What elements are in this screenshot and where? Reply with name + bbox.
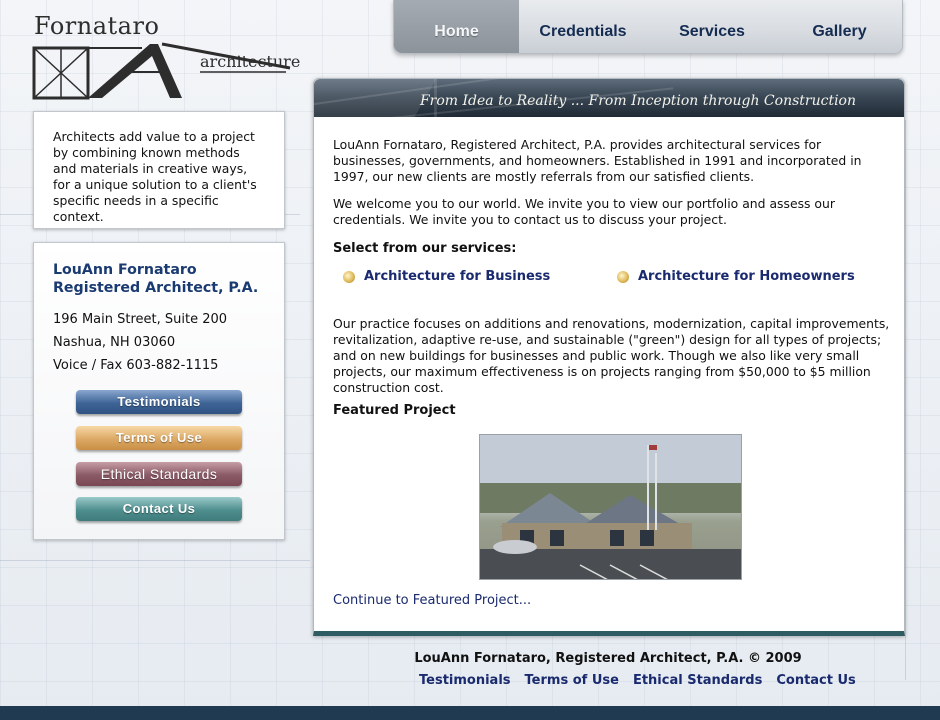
logo-mark-icon xyxy=(32,42,291,100)
service-link-homeowners[interactable]: Architecture for Homeowners xyxy=(617,269,855,284)
firm-name-line2: Registered Architect, P.A. xyxy=(53,280,259,296)
welcome-paragraph: We welcome you to our world. We invite y… xyxy=(333,196,835,227)
bullet-icon xyxy=(343,270,355,283)
footer-copyright: LouAnn Fornataro, Registered Architect, … xyxy=(414,651,802,666)
ethical-standards-button[interactable]: Ethical Standards xyxy=(76,462,242,486)
footer-link-contact-us[interactable]: Contact Us xyxy=(776,673,855,688)
building-photo-illustration xyxy=(480,435,741,579)
tab-home[interactable]: Home xyxy=(394,0,519,53)
service-link-business[interactable]: Architecture for Business xyxy=(343,269,550,284)
main-nav: Home Credentials Services Gallery xyxy=(393,0,903,54)
tab-services[interactable]: Services xyxy=(647,0,777,53)
intro-text: Architects add value to a project by com… xyxy=(53,129,257,224)
featured-project-heading: Featured Project xyxy=(333,403,456,418)
banner-tagline: From Idea to Reality ... From Inception … xyxy=(419,93,856,109)
contact-box: LouAnn Fornataro Registered Architect, P… xyxy=(33,242,285,540)
logo-tagline: architecture xyxy=(200,52,301,71)
tagline-banner: From Idea to Reality ... From Inception … xyxy=(314,79,904,117)
contact-us-button[interactable]: Contact Us xyxy=(76,497,242,521)
bullet-icon xyxy=(617,270,629,283)
practice-paragraph: Our practice focuses on additions and re… xyxy=(333,316,890,395)
bottom-band xyxy=(0,706,940,720)
firm-name-line1: LouAnn Fornataro xyxy=(53,262,197,278)
footer-link-ethical-standards[interactable]: Ethical Standards xyxy=(633,673,762,688)
site-logo[interactable]: Fornataro architecture xyxy=(32,12,300,104)
service-link-business-label: Architecture for Business xyxy=(364,269,551,284)
footer-link-terms-of-use[interactable]: Terms of Use xyxy=(525,673,619,688)
testimonials-button[interactable]: Testimonials xyxy=(76,390,242,414)
services-heading: Select from our services: xyxy=(333,241,517,256)
main-content-panel: From Idea to Reality ... From Inception … xyxy=(313,78,905,636)
address-city: Nashua, NH 03060 xyxy=(53,335,176,350)
logo-name: Fornataro xyxy=(34,12,160,40)
tab-gallery[interactable]: Gallery xyxy=(777,0,902,53)
main-text: LouAnn Fornataro, Registered Architect, … xyxy=(333,137,891,256)
service-link-homeowners-label: Architecture for Homeowners xyxy=(638,269,855,284)
phone-number: Voice / Fax 603-882-1115 xyxy=(53,358,219,373)
intro-paragraph: LouAnn Fornataro, Registered Architect, … xyxy=(333,137,862,184)
address-street: 196 Main Street, Suite 200 xyxy=(53,312,228,327)
continue-featured-project-link[interactable]: Continue to Featured Project... xyxy=(333,593,531,608)
featured-project-photo[interactable] xyxy=(479,434,742,580)
terms-of-use-button[interactable]: Terms of Use xyxy=(76,426,242,450)
tab-credentials[interactable]: Credentials xyxy=(519,0,647,53)
footer-links: Testimonials Terms of Use Ethical Standa… xyxy=(419,673,870,688)
footer-link-testimonials[interactable]: Testimonials xyxy=(419,673,511,688)
intro-box: Architects add value to a project by com… xyxy=(33,111,285,229)
